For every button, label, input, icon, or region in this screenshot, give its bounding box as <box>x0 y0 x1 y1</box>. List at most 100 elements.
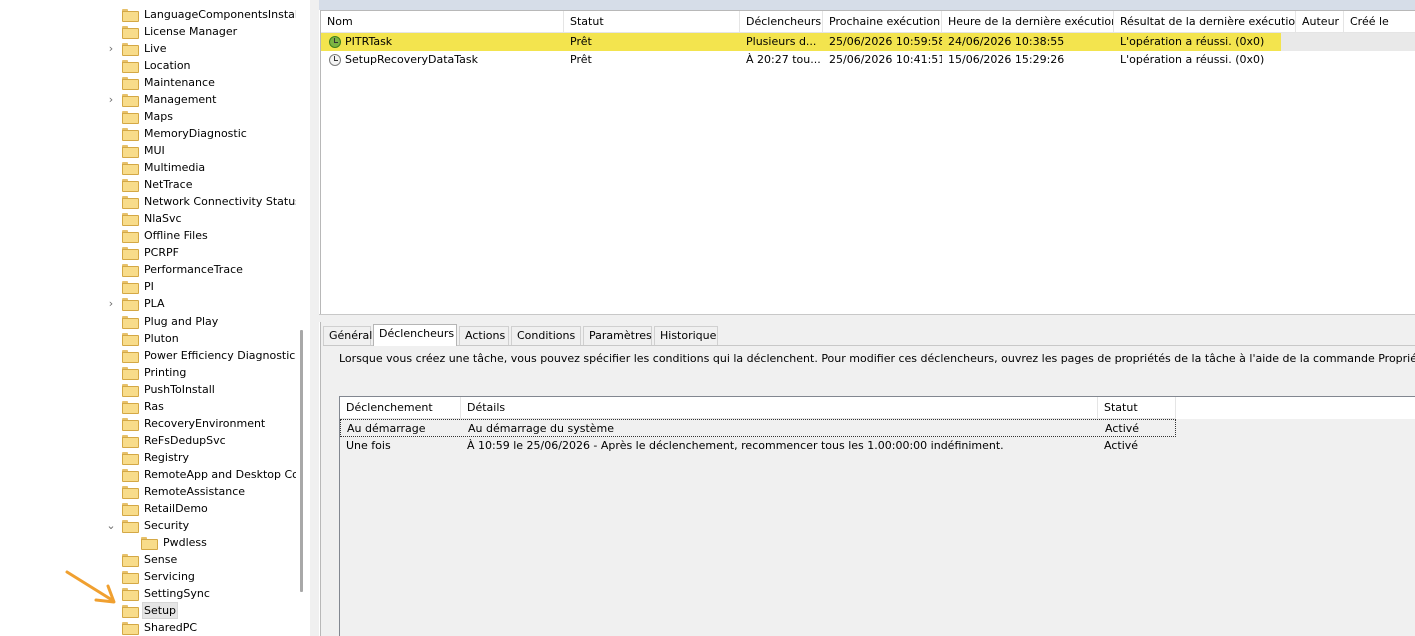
column-header-trigger-status[interactable]: Statut <box>1098 397 1176 419</box>
folder-icon <box>122 622 139 635</box>
column-header-last-run[interactable]: Heure de la dernière exécution <box>942 11 1114 33</box>
tree-item-label: Setup <box>142 602 179 619</box>
tree-scrollbar-track[interactable] <box>296 0 310 636</box>
chevron-down-icon[interactable]: ⌄ <box>105 517 117 534</box>
column-header-last-result[interactable]: Résultat de la dernière exécution <box>1114 11 1296 33</box>
column-header-details[interactable]: Détails <box>461 397 1098 419</box>
expander[interactable] <box>105 244 117 261</box>
expander[interactable] <box>105 619 117 636</box>
expander[interactable] <box>105 142 117 159</box>
tree-item-label: RetailDemo <box>144 502 208 515</box>
expander[interactable] <box>105 500 117 517</box>
tab-settings[interactable]: Paramètres <box>583 326 652 345</box>
trigger-details: Au démarrage du système <box>468 422 615 435</box>
folder-icon <box>122 486 139 499</box>
folder-icon <box>122 503 139 516</box>
folder-icon <box>122 26 139 39</box>
task-status: Prêt <box>570 53 592 66</box>
expander[interactable] <box>105 432 117 449</box>
expander[interactable] <box>105 159 117 176</box>
folder-icon <box>122 350 139 363</box>
trigger-type: Une fois <box>346 439 391 452</box>
expander[interactable] <box>105 449 117 466</box>
expander[interactable] <box>105 330 117 347</box>
tree-item-label: Management <box>144 93 217 106</box>
folder-icon <box>122 213 139 226</box>
tree-scrollbar-thumb[interactable] <box>300 330 303 592</box>
folder-icon <box>122 281 139 294</box>
tab-actions[interactable]: Actions <box>459 326 509 345</box>
tab-conditions[interactable]: Conditions <box>511 326 581 345</box>
column-header-author[interactable]: Auteur <box>1296 11 1344 33</box>
column-header-trigger[interactable]: Déclenchement <box>340 397 461 419</box>
task-list-header: Nom Statut Déclencheurs Prochaine exécut… <box>321 11 1415 33</box>
expander[interactable] <box>105 466 117 483</box>
trigger-status: Activé <box>1105 422 1140 435</box>
folder-icon <box>122 520 139 533</box>
expander[interactable] <box>105 483 117 500</box>
folder-icon <box>122 77 139 90</box>
expander[interactable] <box>105 74 117 91</box>
trigger-row-startup[interactable]: Au démarrage Au démarrage du système Act… <box>340 419 1176 437</box>
column-header-triggers[interactable]: Déclencheurs <box>740 11 823 33</box>
task-next-run: 25/06/2026 10:41:51 <box>829 53 942 66</box>
folder-icon <box>122 571 139 584</box>
expander[interactable] <box>105 551 117 568</box>
task-next-run: 25/06/2026 10:59:58 <box>829 35 942 48</box>
triggers-table: Déclenchement Détails Statut Au démarrag… <box>339 396 1415 636</box>
task-last-run: 15/06/2026 15:29:26 <box>948 53 1065 66</box>
tree-item-label: Maps <box>144 110 173 123</box>
chevron-right-icon[interactable]: › <box>105 40 117 57</box>
trigger-row-once[interactable]: Une fois À 10:59 le 25/06/2026 - Après l… <box>340 437 1176 455</box>
expander[interactable] <box>105 193 117 210</box>
folder-icon <box>122 452 139 465</box>
pane-splitter[interactable] <box>319 314 1415 322</box>
expander[interactable] <box>105 125 117 142</box>
column-header-status[interactable]: Statut <box>564 11 740 33</box>
column-header-created[interactable]: Créé le <box>1344 11 1415 33</box>
expander[interactable] <box>105 6 117 23</box>
tab-triggers[interactable]: Déclencheurs <box>373 324 457 346</box>
task-row-setuprecoverydatatask[interactable]: SetupRecoveryDataTask Prêt À 20:27 tou..… <box>321 51 1415 69</box>
expander[interactable] <box>105 398 117 415</box>
tab-general[interactable]: Général <box>323 326 372 345</box>
expander[interactable] <box>105 261 117 278</box>
tree-item-label: Location <box>144 59 191 72</box>
expander[interactable] <box>105 313 117 330</box>
tree-item-label: RecoveryEnvironment <box>144 417 266 430</box>
tree-item-label: SharedPC <box>144 621 198 634</box>
column-header-next-run[interactable]: Prochaine exécution <box>823 11 942 33</box>
tab-history[interactable]: Historique <box>654 326 718 345</box>
expander[interactable] <box>105 381 117 398</box>
expander[interactable] <box>105 108 117 125</box>
expander[interactable] <box>105 415 117 432</box>
chevron-right-icon[interactable]: › <box>105 295 117 312</box>
trigger-status: Activé <box>1104 439 1139 452</box>
expander[interactable] <box>105 227 117 244</box>
folder-icon <box>122 128 139 141</box>
expander[interactable] <box>105 278 117 295</box>
task-row-pitrtask[interactable]: PITRTask Prêt Plusieurs d... 25/06/2026 … <box>321 33 1281 51</box>
expander[interactable] <box>124 534 136 551</box>
expander[interactable] <box>105 23 117 40</box>
expander[interactable] <box>105 176 117 193</box>
tree-item-label: PushToInstall <box>144 383 215 396</box>
task-list: Nom Statut Déclencheurs Prochaine exécut… <box>320 10 1415 314</box>
folder-icon <box>122 298 139 311</box>
folder-icon <box>122 333 139 346</box>
triggers-tab-panel: Lorsque vous créez une tâche, vous pouve… <box>323 345 1415 636</box>
folder-icon <box>122 264 139 277</box>
expander[interactable] <box>105 210 117 227</box>
folder-icon <box>122 469 139 482</box>
folder-icon <box>122 554 139 567</box>
expander[interactable] <box>105 347 117 364</box>
task-name: SetupRecoveryDataTask <box>345 53 479 66</box>
trigger-type: Au démarrage <box>347 422 426 435</box>
chevron-right-icon[interactable]: › <box>105 91 117 108</box>
expander[interactable] <box>105 57 117 74</box>
folder-icon <box>122 43 139 56</box>
task-details-panel: Général Déclencheurs Actions Conditions … <box>320 322 1415 636</box>
pane-divider[interactable] <box>310 0 319 636</box>
expander[interactable] <box>105 364 117 381</box>
column-header-name[interactable]: Nom <box>321 11 564 33</box>
